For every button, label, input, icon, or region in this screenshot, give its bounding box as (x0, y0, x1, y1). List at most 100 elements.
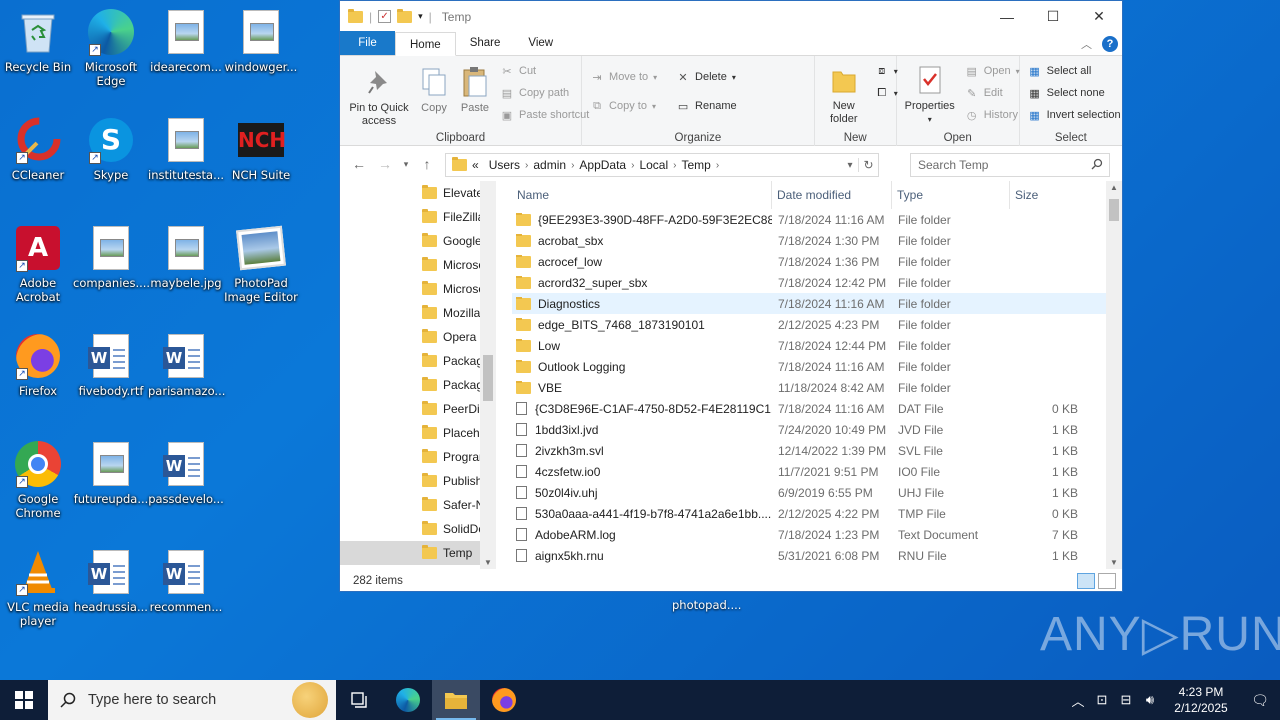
tab-home[interactable]: Home (395, 32, 456, 56)
desktop-icon-recommen[interactable]: W recommen... (148, 548, 224, 614)
show-hidden-icons-button[interactable]: ︿ (1066, 691, 1090, 710)
desktop-icon-companies[interactable]: companies.... (73, 224, 150, 290)
column-header-name[interactable]: Name (512, 181, 772, 209)
file-row[interactable]: edge_BITS_7468_1873190101 2/12/2025 4:23 … (512, 314, 1106, 335)
large-icons-view-button[interactable] (1098, 573, 1116, 589)
tree-item[interactable]: Packag (340, 349, 496, 373)
paste-button[interactable]: Paste (454, 66, 496, 115)
help-icon[interactable]: ? (1102, 36, 1118, 52)
file-row[interactable]: acrord32_super_sbx 7/18/2024 12:42 PM File… (512, 272, 1106, 293)
new-item-button[interactable]: ⧈ ▾ (875, 64, 898, 78)
notifications-icon[interactable]: 🗨︎ (1240, 692, 1280, 709)
pin-to-quick-access-button[interactable]: Pin to Quick access (344, 66, 414, 128)
desktop-icon-recycle-bin[interactable]: Recycle Bin (0, 8, 76, 74)
address-overflow[interactable]: « (472, 158, 479, 172)
desktop-icon-ccleaner[interactable]: ↗ CCleaner (0, 116, 76, 182)
tree-item-selected[interactable]: Temp (340, 541, 496, 565)
desktop-icon-idearecom[interactable]: idearecom... (148, 8, 224, 74)
file-row[interactable]: 530a0aaa-a441-4f19-b7f8-4741a2a6e1bb....… (512, 503, 1106, 524)
tree-item[interactable]: Elevate (340, 181, 496, 205)
desktop-icon-headrussia[interactable]: W headrussia... (73, 548, 149, 614)
delete-button[interactable]: ✕ Delete ▾ (676, 70, 735, 84)
device-icon[interactable]: ⊡ (1090, 692, 1114, 708)
tree-item[interactable]: Packag (340, 373, 496, 397)
back-button[interactable]: ← (346, 156, 372, 172)
tab-view[interactable]: View (514, 31, 567, 55)
taskbar-edge[interactable] (384, 680, 432, 720)
clock[interactable]: 4:23 PM 2/12/2025 (1162, 684, 1240, 716)
tree-item[interactable]: Safer-N (340, 493, 496, 517)
rename-button[interactable]: ▭ Rename (676, 99, 737, 113)
collapse-ribbon-icon[interactable]: ︿ (1081, 36, 1092, 52)
new-folder-qa-icon[interactable] (397, 8, 413, 23)
minimize-button[interactable]: — (984, 1, 1030, 32)
address-bar[interactable]: « Users › admin › AppData › Local › Temp › ▾ … (445, 153, 879, 177)
refresh-icon[interactable]: ↻ (858, 158, 878, 172)
desktop-icon-institutesta[interactable]: institutesta... (148, 116, 224, 182)
copy-button[interactable]: Copy (414, 66, 454, 115)
invert-selection-button[interactable]: ▦ Invert selection (1028, 108, 1120, 122)
file-row[interactable]: Outlook Logging 7/18/2024 11:16 AM File fo… (512, 356, 1106, 377)
file-row[interactable]: VBE 11/18/2024 8:42 AM File folder (512, 377, 1106, 398)
desktop-icon-google-chrome[interactable]: ↗ Google Chrome (0, 440, 76, 520)
scrollbar-thumb[interactable] (1109, 199, 1119, 221)
scrollbar-thumb[interactable] (483, 355, 493, 401)
open-button[interactable]: ▤ Open ▾ (965, 64, 1020, 78)
tree-item[interactable]: Opera (340, 325, 496, 349)
tree-item[interactable]: Publish (340, 469, 496, 493)
qa-dropdown-icon[interactable]: ▾ (418, 11, 423, 22)
file-list-scrollbar[interactable]: ▲ ▼ (1106, 181, 1122, 569)
move-to-button[interactable]: ⇥ Move to ▾ (590, 70, 657, 84)
tree-item[interactable]: Microso (340, 253, 496, 277)
new-folder-button[interactable]: New folder (819, 64, 869, 126)
address-segment-local[interactable]: Local (639, 158, 668, 172)
desktop-icon-maybele[interactable]: maybele.jpg (148, 224, 224, 290)
up-button[interactable]: ↑ (414, 156, 440, 172)
task-view-button[interactable] (336, 680, 384, 720)
desktop-icon-passdevelo[interactable]: W passdevelo... (148, 440, 224, 506)
copy-to-button[interactable]: ⧉ Copy to ▾ (590, 99, 656, 113)
address-dropdown-button[interactable]: ▾ (842, 160, 858, 171)
file-row[interactable]: acrobat_sbx 7/18/2024 1:30 PM File folder (512, 230, 1106, 251)
properties-button[interactable]: Properties ▾ (899, 64, 961, 126)
desktop-icon-microsoft-edge[interactable]: ↗ Microsoft Edge (73, 8, 149, 88)
file-row[interactable]: 1bdd3ixl.jvd 7/24/2020 10:49 PM JVD File 1 … (512, 419, 1106, 440)
cut-button[interactable]: ✂ Cut (500, 64, 536, 78)
column-header-size[interactable]: Size (1010, 181, 1086, 209)
tree-item[interactable]: Progran (340, 445, 496, 469)
desktop-icon-nch-suite[interactable]: NCH NCH Suite (223, 116, 299, 182)
select-none-button[interactable]: ▦ Select none (1028, 86, 1104, 100)
tree-item[interactable]: FileZilla (340, 205, 496, 229)
tree-item[interactable]: Google (340, 229, 496, 253)
tab-share[interactable]: Share (456, 31, 515, 55)
details-view-button[interactable] (1077, 573, 1095, 589)
address-segment-admin[interactable]: admin (533, 158, 566, 172)
maximize-button[interactable]: ☐ (1030, 1, 1076, 32)
recent-locations-button[interactable]: ▾ (398, 159, 414, 170)
history-button[interactable]: ◷ History (965, 108, 1018, 122)
desktop-icon-windowger[interactable]: windowger... (223, 8, 299, 74)
address-segment-appdata[interactable]: AppData (579, 158, 626, 172)
address-segment-users[interactable]: Users (489, 158, 520, 172)
edit-button[interactable]: ✎ Edit (965, 86, 1003, 100)
scroll-up-icon[interactable]: ▲ (1106, 183, 1122, 192)
paste-shortcut-button[interactable]: ▣ Paste shortcut (500, 108, 590, 122)
column-header-date[interactable]: Date modified (772, 181, 892, 209)
copy-path-button[interactable]: ▤ Copy path (500, 86, 569, 100)
desktop-icon-skype[interactable]: S ↗ Skype (73, 116, 149, 182)
file-row[interactable]: {C3D8E96E-C1AF-4750-8D52-F4E28119C1... 7/… (512, 398, 1106, 419)
file-row[interactable]: AdobeARM.log 7/18/2024 1:23 PM Text Docume… (512, 524, 1106, 545)
desktop-icon-futureupda[interactable]: futureupda... (73, 440, 149, 506)
file-row[interactable]: 4czsfetw.io0 11/7/2021 9:51 PM IO0 File 1 K… (512, 461, 1106, 482)
taskbar-file-explorer[interactable] (432, 680, 480, 720)
easy-access-button[interactable]: ⧠ ▾ (875, 86, 897, 100)
desktop-icon-fivebody[interactable]: W fivebody.rtf (73, 332, 149, 398)
desktop-icon-photopad[interactable]: PhotoPad Image Editor (223, 224, 299, 304)
forward-button[interactable]: → (372, 156, 398, 172)
tree-item[interactable]: Mozilla (340, 301, 496, 325)
volume-icon[interactable]: 🔊︎ (1138, 692, 1162, 708)
file-row[interactable]: aignx5kh.rnu 5/31/2021 6:08 PM RNU File 1 K… (512, 545, 1106, 566)
desktop-icon-vlc[interactable]: ↗ VLC media player (0, 548, 76, 628)
photopad-desktop-label[interactable]: photopad.... (672, 598, 741, 612)
file-row[interactable]: Low 7/18/2024 12:44 PM File folder (512, 335, 1106, 356)
